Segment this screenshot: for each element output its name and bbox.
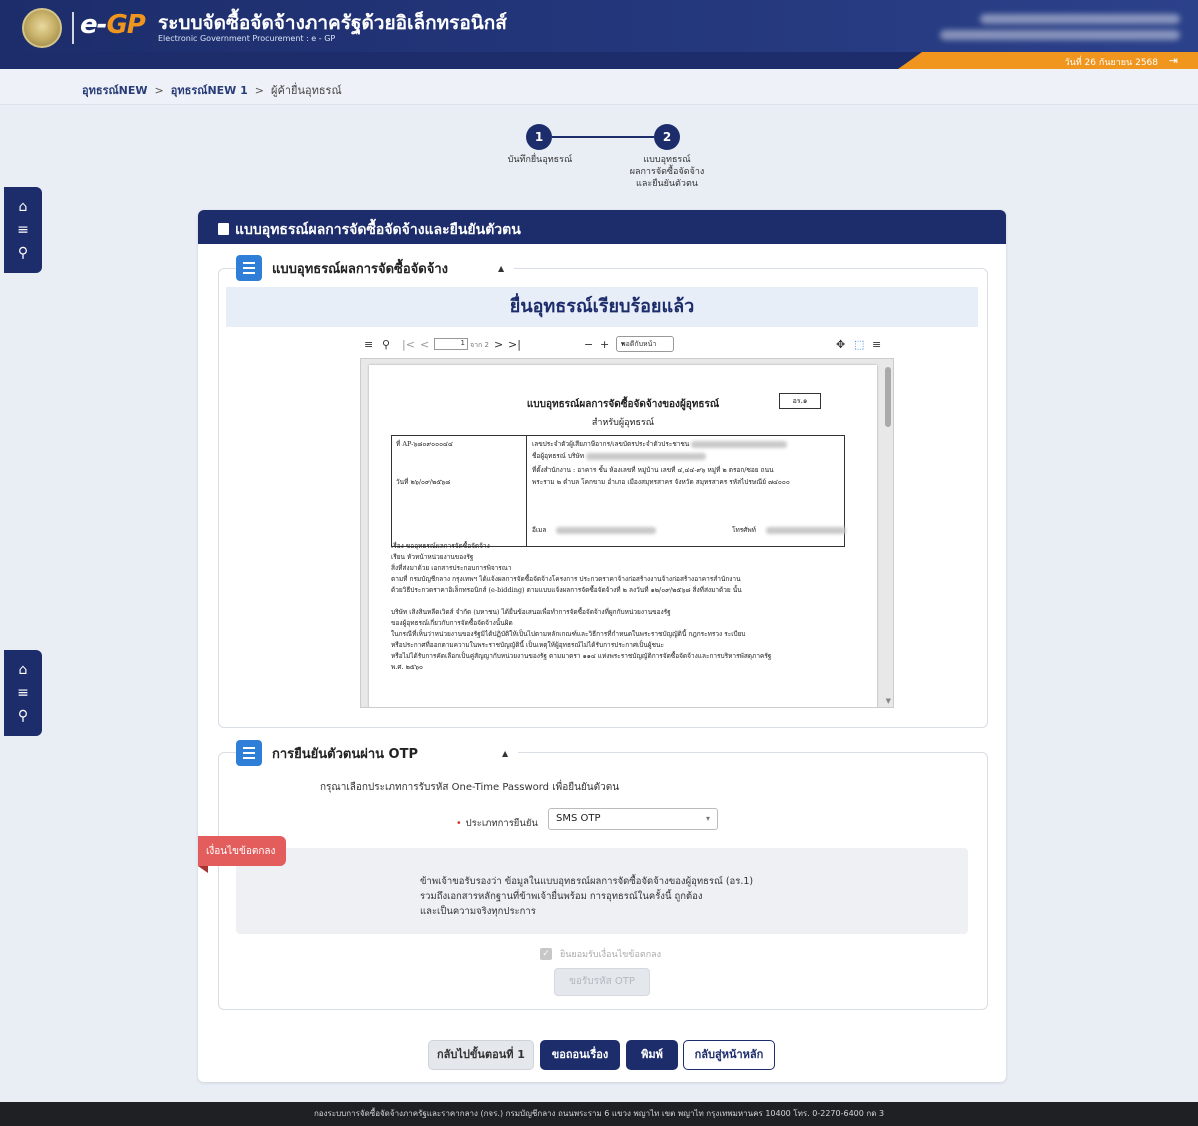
document-icon	[218, 223, 229, 235]
doc-subtitle: สำหรับผู้อุทธรณ์	[591, 418, 655, 428]
menu-icon[interactable]: ≡	[17, 685, 29, 701]
back-to-step1-button[interactable]: กลับไปขั้นตอนที่ 1	[428, 1040, 534, 1070]
pdf-page: อร.๑ แบบอุทธรณ์ผลการจัดซื้อจัดจ้างของผู้…	[369, 365, 877, 707]
breadcrumb-current: ผู้ค้ายื่นอุทธรณ์	[271, 84, 342, 97]
conditions-tag: เงื่อนไขข้อตกลง	[198, 836, 286, 873]
select-tool-icon[interactable]: ⬚	[854, 338, 864, 351]
doc-number: ที่ AP-๖๘๐๙๐๐๐๔๔	[396, 440, 453, 448]
section-appeal-title: แบบอุทธรณ์ผลการจัดซื้อจัดจ้าง	[272, 261, 448, 277]
doc-header-table: ที่ AP-๖๘๐๙๐๐๐๔๔ วันที่ ๒๖/๐๙/๒๕๖๘ เลขปร…	[391, 435, 847, 547]
breadcrumb-item-1[interactable]: อุทธรณ์NEW	[82, 84, 148, 97]
prev-page-icon[interactable]: <	[420, 338, 429, 351]
pdf-toolbar: ≡ ⚲ |< < 1 จาก 2 > >| − + พอดีกับหน้า ▾ …	[362, 336, 890, 356]
current-date: วันที่ 26 กันยายน 2568	[1064, 58, 1158, 68]
stepper-connector	[552, 136, 654, 138]
agree-label: ยินยอมรับเงื่อนไขข้อตกลง	[560, 950, 662, 960]
more-options-icon[interactable]: ≡	[872, 338, 881, 351]
card-header: แบบอุทธรณ์ผลการจัดซื้อจัดจ้างและยืนยันตั…	[198, 210, 1006, 244]
zoom-in-icon[interactable]: +	[600, 338, 609, 351]
user-info-blurred[interactable]	[930, 10, 1180, 44]
verify-type-label: • ประเภทการยืนยัน	[456, 818, 538, 829]
otp-instruction: กรุณาเลือกประเภทการรับรหัส One-Time Pass…	[320, 782, 620, 793]
list-icon	[236, 740, 262, 766]
breadcrumb-separator: >	[254, 84, 265, 97]
top-header: e-GP ระบบจัดซื้อจัดจ้างภาครัฐด้วยอิเล็กท…	[0, 0, 1198, 60]
conditions-text: ข้าพเจ้าขอรับรองว่า ข้อมูลในแบบอุทธรณ์ผล…	[420, 876, 754, 917]
sidebar-toggle-icon[interactable]: ≡	[364, 338, 373, 351]
breadcrumb-separator: >	[154, 84, 164, 97]
step-1-label: บันทึกยื่นอุทธรณ์	[507, 155, 573, 165]
pdf-scrollbar[interactable]	[885, 367, 891, 427]
card-title: แบบอุทธรณ์ผลการจัดซื้อจัดจ้างและยืนยันตั…	[235, 222, 521, 238]
section-otp-title: การยืนยันตัวตนผ่าน OTP	[272, 746, 419, 762]
doc-phone: โทรศัพท์	[732, 526, 847, 535]
step-2-circle: 2	[654, 124, 680, 150]
agree-checkbox-row[interactable]: ✓ ยินยอมรับเงื่อนไขข้อตกลง	[540, 947, 661, 961]
request-otp-button[interactable]: ขอรับรหัส OTP	[554, 968, 650, 996]
page-total: จาก 2	[470, 341, 489, 349]
collapse-icon[interactable]: ▲	[498, 264, 504, 273]
scroll-down-icon[interactable]: ▼	[886, 697, 891, 705]
doc-date: วันที่ ๒๖/๐๙/๒๕๖๘	[396, 478, 451, 486]
breadcrumb-item-2[interactable]: อุทธรณ์NEW 1	[171, 84, 248, 97]
doc-email: อีเมล	[532, 526, 657, 535]
verify-type-select[interactable]: SMS OTP ▾	[548, 808, 718, 830]
doc-taxid: เลขประจำตัวผู้เสียภาษีอากร/เลขบัตรประจำต…	[532, 440, 788, 449]
government-emblem-icon	[22, 8, 62, 48]
zoom-out-icon[interactable]: −	[584, 338, 593, 351]
side-menu-top: ⌂ ≡ ⚲	[4, 187, 42, 273]
menu-icon[interactable]: ≡	[17, 222, 29, 238]
page-number-input[interactable]: 1	[434, 338, 468, 350]
agree-checkbox[interactable]: ✓	[540, 948, 552, 960]
doc-title: แบบอุทธรณ์ผลการจัดซื้อจัดจ้างของผู้อุทธร…	[526, 399, 720, 410]
pdf-search-icon[interactable]: ⚲	[382, 338, 390, 351]
section-otp-header[interactable]: การยืนยันตัวตนผ่าน OTP ▲	[236, 740, 519, 766]
last-page-icon[interactable]: >|	[508, 338, 521, 351]
breadcrumb: อุทธรณ์NEW > อุทธรณ์NEW 1 > ผู้ค้ายื่นอุทธรณ…	[0, 69, 1198, 105]
logo-divider	[72, 12, 74, 44]
zoom-select[interactable]: พอดีกับหน้า ▾	[616, 336, 674, 352]
list-icon	[236, 255, 262, 281]
footer: กองระบบการจัดซื้อจัดจ้างภาครัฐและราคากลา…	[0, 1102, 1198, 1126]
pdf-viewer[interactable]: อร.๑ แบบอุทธรณ์ผลการจัดซื้อจัดจ้างของผู้…	[360, 358, 894, 708]
doc-company: ชื่อผู้อุทธรณ์ บริษัท	[532, 452, 707, 461]
withdraw-button[interactable]: ขอถอนเรื่อง	[540, 1040, 620, 1070]
site-subtitle: Electronic Government Procurement : e - …	[158, 34, 336, 43]
doc-address-2: พระราม ๒ ตำบล โคกขาม อำเภอ เมืองสมุทรสาค…	[532, 478, 790, 486]
logout-icon[interactable]: ⇥	[1169, 54, 1178, 67]
doc-address: ที่ตั้งสำนักงาน : อาคาร ชั้น ห้องเลขที่ …	[532, 466, 774, 474]
home-icon[interactable]: ⌂	[19, 662, 28, 678]
search-icon[interactable]: ⚲	[18, 708, 28, 724]
collapse-icon[interactable]: ▲	[502, 749, 508, 758]
egp-logo[interactable]: e-GP	[80, 10, 146, 40]
search-icon[interactable]: ⚲	[18, 245, 28, 261]
section-appeal-header[interactable]: แบบอุทธรณ์ผลการจัดซื้อจัดจ้าง ▲	[236, 255, 515, 281]
chevron-down-icon: ▾	[705, 814, 710, 823]
next-page-icon[interactable]: >	[494, 338, 503, 351]
pan-tool-icon[interactable]: ✥	[836, 338, 845, 351]
first-page-icon[interactable]: |<	[402, 338, 415, 351]
success-message: ยื่นอุทธรณ์เรียบร้อยแล้ว	[226, 287, 978, 327]
step-2-label: แบบอุทธรณ์ ผลการจัดซื้อจัดจ้าง และยืนยัน…	[629, 155, 705, 189]
print-button[interactable]: พิมพ์	[626, 1040, 678, 1070]
home-button[interactable]: กลับสู่หน้าหลัก	[683, 1040, 775, 1070]
step-1-circle: 1	[526, 124, 552, 150]
doc-body: เรื่อง ขออุทธรณ์ผลการจัดซื้อจัดจ้าง เรีย…	[391, 542, 772, 671]
home-icon[interactable]: ⌂	[19, 199, 28, 215]
side-menu-bottom: ⌂ ≡ ⚲	[4, 650, 42, 736]
